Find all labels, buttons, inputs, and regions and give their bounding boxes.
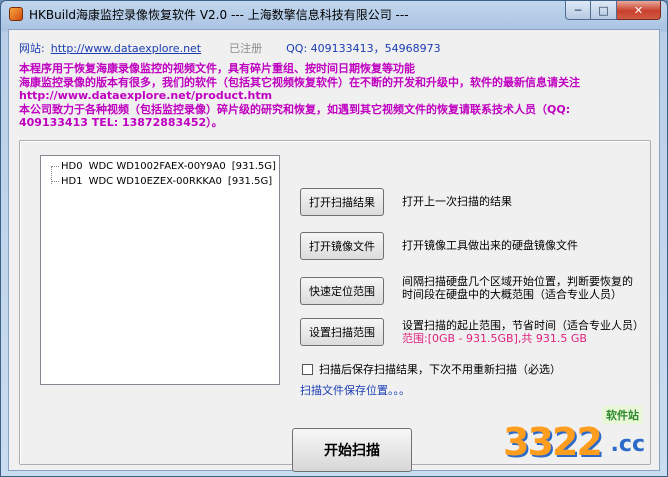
disk-model: WDC WD1002FAEX-00Y9A0 xyxy=(88,160,226,172)
tree-branch xyxy=(51,165,59,167)
client-area: 网站: http://www.dataexplore.net 已注册 QQ: 4… xyxy=(8,29,660,472)
save-result-label: 扫描后保存扫描结果，下次不用重新扫描（必选） xyxy=(319,363,561,376)
maximize-button[interactable]: □ xyxy=(591,1,617,20)
notice-line: http://www.dataexplore.net/product.htm xyxy=(19,89,273,102)
disk-id: HD0 xyxy=(61,160,83,172)
notice-line: 本程序用于恢复海康录像监控的视频文件，具有碎片重组、按时间日期恢复等功能 xyxy=(19,62,415,75)
website-label: 网站: xyxy=(19,42,45,55)
save-location-link[interactable]: 扫描文件保存位置。。。 xyxy=(300,382,410,398)
app-icon xyxy=(9,7,23,21)
quick-locate-button[interactable]: 快速定位范围 xyxy=(300,277,384,305)
qq-contact: QQ: 409133413，54968973 xyxy=(286,42,441,55)
open-image-file-desc: 打开镜像工具做出来的硬盘镜像文件 xyxy=(402,239,578,252)
notice-line: 海康监控录像的版本有很多，我们的软件（包括其它视频恢复软件）在不断的开发和升级中… xyxy=(19,75,580,89)
set-scan-range-button[interactable]: 设置扫描范围 xyxy=(300,318,384,346)
tree-branch xyxy=(51,180,59,182)
save-result-option[interactable]: 扫描后保存扫描结果，下次不用重新扫描（必选） xyxy=(302,361,561,377)
notice-line: 本公司致力于各种视频（包括监控录像）碎片级的研究和恢复，如遇到其它视频文件的恢复… xyxy=(19,102,571,116)
open-scan-result-button[interactable]: 打开扫描结果 xyxy=(300,188,384,216)
contact-info: 网站: http://www.dataexplore.net 已注册 QQ: 4… xyxy=(19,40,441,56)
open-image-file-button[interactable]: 打开镜像文件 xyxy=(300,232,384,260)
disk-item-hd1[interactable]: HD1 WDC WD10EZEX-00RKKA0 [931.5G] xyxy=(51,174,278,188)
scan-range-value: 范围:[0GB - 931.5GB],共 931.5 GB xyxy=(402,332,587,345)
disk-model: WDC WD10EZEX-00RKKA0 xyxy=(88,175,222,187)
notice-text: 本程序用于恢复海康录像监控的视频文件，具有碎片重组、按时间日期恢复等功能 海康监… xyxy=(19,62,651,130)
registered-status: 已注册 xyxy=(229,42,263,55)
disk-item-hd0[interactable]: HD0 WDC WD1002FAEX-00Y9A0 [931.5G] xyxy=(51,159,282,173)
quick-locate-desc: 间隔扫描硬盘几个区域开始位置，判断要恢复的 时间段在硬盘中的大概范围（适合专业人… xyxy=(402,275,633,301)
set-scan-range-desc-line: 设置扫描的起止范围，节省时间（适合专业人员） xyxy=(402,319,644,332)
quick-locate-desc-line: 间隔扫描硬盘几个区域开始位置，判断要恢复的 xyxy=(402,275,633,288)
start-scan-button[interactable]: 开始扫描 xyxy=(292,428,412,472)
close-button[interactable]: ✕ xyxy=(617,1,661,20)
save-result-checkbox[interactable] xyxy=(302,363,313,375)
disk-id: HD1 xyxy=(61,175,83,187)
watermark-tag: 软件站 xyxy=(602,406,643,424)
disk-tree[interactable]: HD0 WDC WD1002FAEX-00Y9A0 [931.5G] HD1 W… xyxy=(40,155,280,385)
window-title: HKBuild海康监控录像恢复软件 V2.0 --- 上海数擎信息科技有限公司 … xyxy=(29,7,409,22)
set-scan-range-desc: 设置扫描的起止范围，节省时间（适合专业人员） 范围:[0GB - 931.5GB… xyxy=(402,319,644,345)
disk-size: [931.5G] xyxy=(231,160,276,172)
quick-locate-desc-line: 时间段在硬盘中的大概范围（适合专业人员） xyxy=(402,288,622,301)
watermark-digits: 3322 xyxy=(503,420,603,464)
site-watermark: 软件站 3322 .cc xyxy=(503,406,653,466)
minimize-button[interactable]: ─ xyxy=(565,1,591,20)
window-controls: ─ □ ✕ xyxy=(565,1,661,20)
open-scan-result-desc: 打开上一次扫描的结果 xyxy=(402,195,512,208)
app-window: HKBuild海康监控录像恢复软件 V2.0 --- 上海数擎信息科技有限公司 … xyxy=(0,0,668,477)
title-bar[interactable]: HKBuild海康监控录像恢复软件 V2.0 --- 上海数擎信息科技有限公司 … xyxy=(1,1,667,27)
notice-line: 409133413 TEL: 13872883452）。 xyxy=(19,116,223,129)
watermark-domain: .cc xyxy=(610,432,645,457)
disk-size: [931.5G] xyxy=(227,175,273,187)
website-link[interactable]: http://www.dataexplore.net xyxy=(51,42,201,55)
